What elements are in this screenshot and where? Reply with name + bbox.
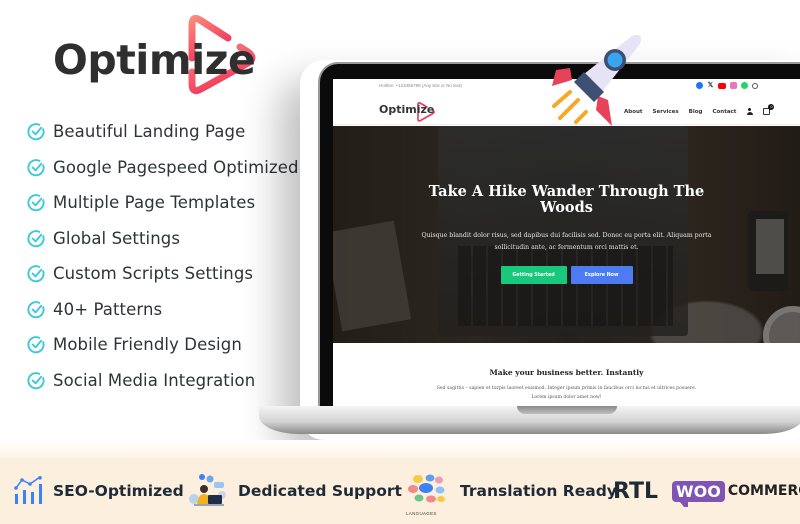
- search-icon[interactable]: [752, 82, 758, 89]
- check-circle-icon: [27, 265, 45, 283]
- check-circle-icon: [27, 300, 45, 318]
- support-badge: Dedicated Support: [188, 458, 402, 524]
- site-logo[interactable]: Optimize: [379, 101, 449, 123]
- check-circle-icon: [27, 229, 45, 247]
- instagram-icon[interactable]: [730, 82, 737, 89]
- check-circle-icon: [27, 371, 45, 389]
- site-logo-text: Optimize: [379, 103, 435, 116]
- feature-label: Custom Scripts Settings: [53, 264, 254, 284]
- nav-services[interactable]: Services: [653, 109, 679, 115]
- feature-item: Custom Scripts Settings: [27, 256, 299, 292]
- languages-caption: LANGUAGES: [406, 511, 437, 516]
- feature-item: Global Settings: [27, 221, 299, 257]
- support-agent-icon: [189, 474, 226, 506]
- feature-item: Social Media Integration: [27, 363, 299, 399]
- commerce-label: COMMERCE: [727, 483, 800, 499]
- feature-label: Beautiful Landing Page: [53, 122, 246, 142]
- nav-blog[interactable]: Blog: [689, 109, 703, 115]
- user-icon[interactable]: [746, 108, 753, 115]
- feature-list: Beautiful Landing Page Google Pagespeed …: [27, 114, 299, 398]
- woocommerce-badge: WOO COMMERCE: [672, 458, 800, 524]
- explore-now-button[interactable]: Explore Now: [570, 266, 633, 284]
- facebook-icon[interactable]: [696, 82, 703, 89]
- section-title: Make your business better. Instantly: [489, 368, 644, 377]
- rtl-label: RTL: [613, 478, 658, 504]
- feature-label: 40+ Patterns: [53, 299, 163, 319]
- check-circle-icon: [27, 158, 45, 176]
- translation-label: Translation Ready: [460, 482, 617, 500]
- seo-badge: SEO-Optimized: [13, 458, 184, 524]
- hero-buttons: Getting Started Explore Now: [333, 266, 800, 284]
- feature-label: Social Media Integration: [53, 370, 256, 390]
- section-text: Sed sagittis – sapien et turpis laoreet …: [436, 386, 697, 400]
- hero-title: Take A Hike Wander Through The Woods: [428, 183, 705, 216]
- feature-item: 40+ Patterns: [27, 292, 299, 328]
- whatsapp-icon[interactable]: [741, 82, 748, 89]
- feature-label: Google Pagespeed Optimized: [53, 157, 299, 177]
- seo-label: SEO-Optimized: [53, 482, 184, 500]
- feature-badges-strip: SEO-Optimized Dedicated Support LANGUAGE…: [0, 440, 800, 524]
- laptop-notch: [517, 406, 617, 414]
- x-icon[interactable]: 𝕏: [707, 82, 714, 89]
- intro-section: Make your business better. Instantly Sed…: [333, 343, 800, 406]
- seo-chart-icon: [14, 476, 42, 504]
- translation-badge: LANGUAGES Translation Ready: [406, 458, 617, 524]
- social-links: 𝕏: [696, 82, 758, 89]
- getting-started-button[interactable]: Getting Started: [500, 266, 567, 284]
- support-label: Dedicated Support: [238, 482, 402, 500]
- hero-subtitle: Quisque blandit dolor risus, sed dapibus…: [421, 232, 712, 251]
- rtl-badge: RTL: [613, 458, 658, 524]
- feature-item: Mobile Friendly Design: [27, 327, 299, 363]
- brand-name: Optimize: [53, 36, 256, 84]
- brand-logo: Optimize: [50, 10, 260, 100]
- rocket-icon: [552, 35, 641, 126]
- check-circle-icon: [27, 123, 45, 141]
- check-circle-icon: [27, 336, 45, 354]
- feature-label: Multiple Page Templates: [53, 193, 256, 213]
- feature-item: Multiple Page Templates: [27, 185, 299, 221]
- feature-item: Beautiful Landing Page: [27, 114, 299, 150]
- cart-icon[interactable]: 0: [763, 104, 775, 115]
- cart-count-badge: 0: [768, 104, 775, 110]
- youtube-icon[interactable]: [718, 82, 726, 89]
- languages-icon: LANGUAGES: [406, 465, 446, 517]
- nav-contact[interactable]: Contact: [712, 109, 736, 115]
- feature-label: Global Settings: [53, 228, 181, 248]
- feature-label: Mobile Friendly Design: [53, 335, 242, 355]
- hero-section: Take A Hike Wander Through The Woods Qui…: [333, 126, 800, 366]
- feature-item: Google Pagespeed Optimized: [27, 150, 299, 186]
- check-circle-icon: [27, 194, 45, 212]
- woo-logo: WOO: [672, 480, 725, 507]
- speech-bubbles-icon: [408, 474, 445, 503]
- hotline-text: Hotline: +123456789 (Any text or No text…: [379, 83, 462, 88]
